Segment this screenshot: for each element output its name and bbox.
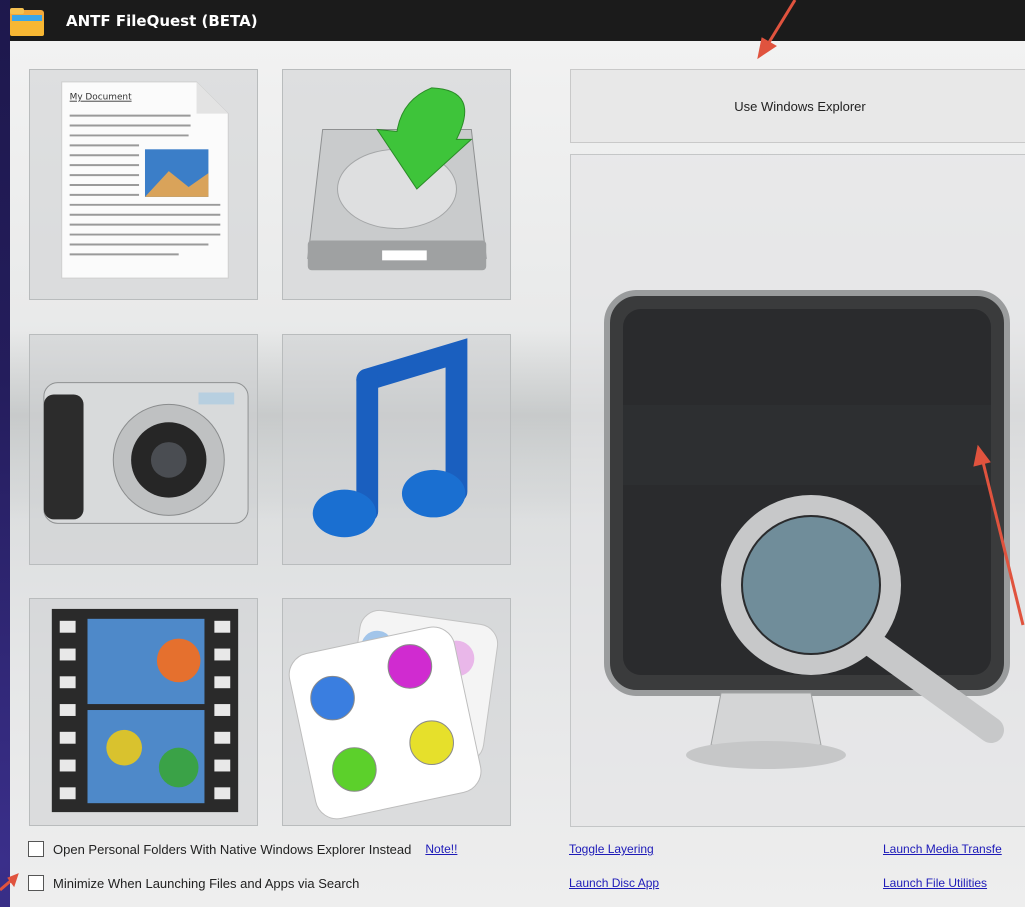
search-panel[interactable] [570,154,1025,827]
camera-icon [43,382,249,524]
downloads-tile[interactable] [282,69,511,300]
minimize-option: Minimize When Launching Files and Apps v… [28,874,359,892]
document-heading: My Document [70,93,132,103]
launch-file-utilities-link[interactable]: Launch File Utilities [883,876,987,890]
apps-tile[interactable] [282,598,511,826]
launch-disc-app-link[interactable]: Launch Disc App [569,876,659,890]
monitor-search-icon [604,290,1010,769]
download-drive-icon [307,87,487,271]
use-windows-explorer-button[interactable]: Use Windows Explorer [570,69,1025,143]
window-title: ANTF FileQuest (BETA) [66,12,258,30]
videos-tile[interactable] [29,598,258,826]
minimize-label: Minimize When Launching Files and Apps v… [53,875,360,891]
music-note-icon [312,338,468,538]
documents-tile[interactable]: My Document [29,69,258,300]
note-link[interactable]: Note!! [425,842,457,856]
title-bar[interactable]: ANTF FileQuest (BETA) [10,0,1025,41]
toggle-layering-link[interactable]: Toggle Layering [569,842,654,856]
folder-icon [10,8,44,36]
minimize-checkbox[interactable] [28,875,44,891]
app-dice-icon [288,609,499,820]
native-explorer-checkbox[interactable] [28,841,44,857]
music-tile[interactable] [282,334,511,565]
launch-media-transfer-link[interactable]: Launch Media Transfe [883,842,1002,856]
film-strip-icon [51,608,239,813]
pictures-tile[interactable] [29,334,258,565]
native-explorer-label: Open Personal Folders With Native Window… [53,841,412,857]
filequest-window: ANTF FileQuest (BETA) My Document Use Wi… [10,0,1025,907]
native-explorer-option: Open Personal Folders With Native Window… [28,840,457,858]
document-icon: My Document [61,81,229,279]
